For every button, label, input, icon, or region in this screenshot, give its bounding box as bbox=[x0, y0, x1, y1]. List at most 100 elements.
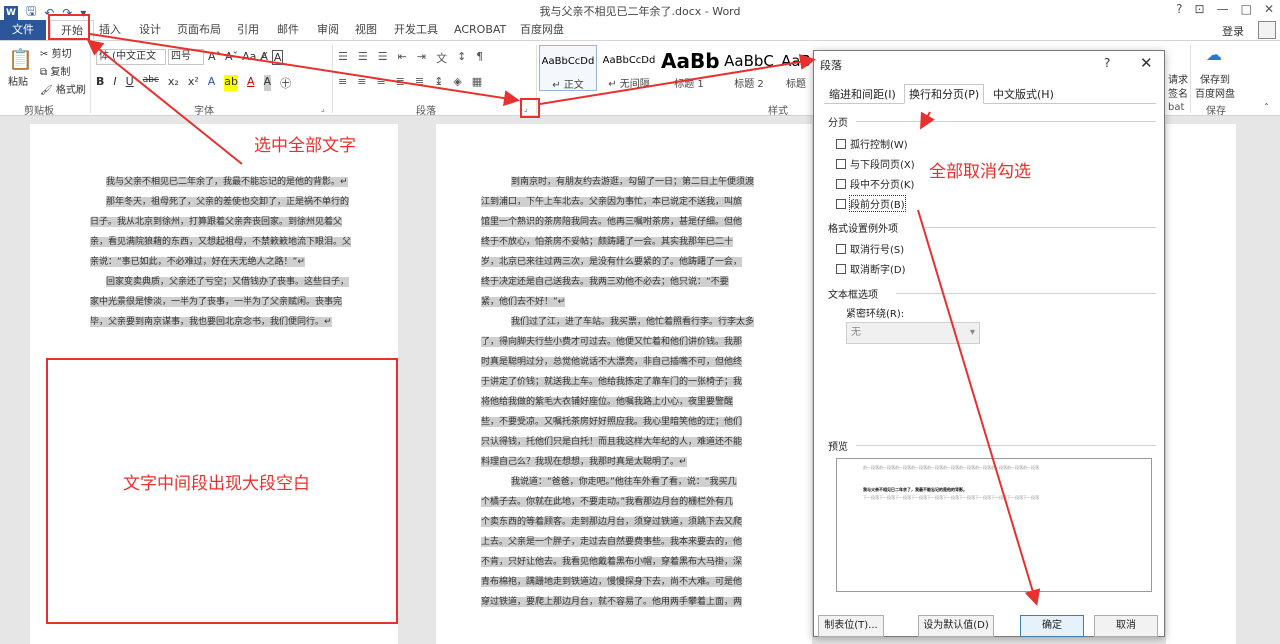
style-heading-2[interactable]: AaBbC 标题 2 bbox=[720, 45, 778, 91]
style-heading-1[interactable]: AaBb 标题 1 bbox=[661, 45, 720, 91]
enclose-char-button[interactable]: ㊉ bbox=[280, 75, 291, 91]
keep-with-next-checkbox[interactable]: 与下段同页(X) bbox=[836, 156, 915, 171]
login-link[interactable]: 登录 bbox=[1222, 23, 1244, 39]
checkbox-label: 段中不分页(K) bbox=[850, 180, 915, 191]
tab-baidu-disk[interactable]: 百度网盘 bbox=[520, 20, 564, 40]
clear-format-button[interactable]: A̸ bbox=[260, 50, 268, 65]
decrease-indent-icon[interactable]: ⇤ bbox=[398, 50, 407, 66]
tab-line-page-breaks[interactable]: 换行和分页(P) bbox=[904, 84, 985, 104]
ok-button[interactable]: 确定 bbox=[1020, 615, 1084, 637]
close-window-button[interactable]: ✕ bbox=[1264, 2, 1274, 16]
shrink-font-button[interactable]: Aˇ bbox=[225, 50, 238, 65]
dialog-help-button[interactable]: ? bbox=[1104, 56, 1110, 70]
dont-hyphenate-checkbox[interactable]: 取消断字(D) bbox=[836, 261, 906, 276]
baidu-disk-label[interactable]: 百度网盘 bbox=[1195, 85, 1235, 100]
chinese-layout-icon[interactable]: 文 bbox=[436, 50, 447, 66]
baidu-cloud-icon[interactable]: ☁ bbox=[1206, 45, 1222, 64]
checkbox-box[interactable] bbox=[836, 243, 846, 254]
text-line: 毕，父亲要到南京谋事，我也要回北京念书，我们便同行。↵ bbox=[90, 312, 358, 332]
numbering-icon[interactable]: ☰ bbox=[358, 50, 368, 66]
page1-paragraph[interactable]: 我与父亲不相见已二年余了，我最不能忘记的是他的背影。↵ 那年冬天，祖母死了，父亲… bbox=[90, 172, 358, 332]
bold-button[interactable]: B bbox=[96, 75, 104, 91]
style-no-spacing[interactable]: AaBbCcDd ↵ 无间隔 bbox=[600, 45, 658, 91]
checkbox-box[interactable] bbox=[836, 138, 846, 149]
text-line-content: 些，不要受凉。又嘱托茶房好好照应我。我心里暗笑他的迂；他们 bbox=[481, 417, 743, 427]
underline-button[interactable]: U bbox=[126, 75, 134, 91]
sort-icon[interactable]: ↕ bbox=[457, 50, 466, 66]
text-line: 岁，北京已来往过两三次，是没有什么要紧的了。他踌躇了一会， bbox=[481, 252, 812, 272]
shading-icon[interactable]: ◈ bbox=[453, 75, 461, 88]
preview-next-text: 下一段落下一段落下一段落下一段落下一段落下一段落下一段落下一段落下一段落下一段落… bbox=[863, 495, 1039, 500]
collapse-ribbon-icon[interactable]: ˆ bbox=[1264, 103, 1269, 114]
text-line: 了，得向脚夫行些小费才可过去。他便又忙着和他们讲价钱。我那 bbox=[481, 332, 812, 352]
tab-acrobat[interactable]: ACROBAT bbox=[454, 20, 506, 40]
save-to-label[interactable]: 保存到 bbox=[1200, 71, 1230, 86]
font-color-button[interactable]: A bbox=[247, 75, 255, 91]
request-signature-label[interactable]: 请求 bbox=[1168, 71, 1188, 86]
style-normal[interactable]: AaBbCcDd ↵ 正文 bbox=[539, 45, 597, 91]
checkbox-box[interactable] bbox=[836, 263, 846, 274]
tab-insert[interactable]: 插入 bbox=[99, 20, 121, 40]
strikethrough-button[interactable]: abc bbox=[143, 75, 159, 91]
set-default-button[interactable]: 设为默认值(D) bbox=[918, 615, 994, 637]
increase-indent-icon[interactable]: ⇥ bbox=[417, 50, 426, 66]
maximize-button[interactable]: □ bbox=[1241, 2, 1252, 16]
tab-references[interactable]: 引用 bbox=[237, 20, 259, 40]
tabs-button[interactable]: 制表位(T)... bbox=[818, 615, 884, 637]
paste-icon[interactable]: 📋 bbox=[8, 47, 33, 71]
avatar[interactable] bbox=[1258, 21, 1276, 39]
help-button[interactable]: ? bbox=[1176, 2, 1182, 16]
italic-button[interactable]: I bbox=[113, 75, 116, 91]
tab-file[interactable]: 文件 bbox=[0, 20, 46, 40]
checkbox-box[interactable] bbox=[836, 178, 846, 189]
copy-button[interactable]: ⧉ 复制 bbox=[40, 63, 70, 78]
suppress-line-numbers-checkbox[interactable]: 取消行号(S) bbox=[836, 241, 904, 256]
bullets-icon[interactable]: ☰ bbox=[338, 50, 348, 66]
format-painter-button[interactable]: 🖌 格式刷 bbox=[40, 81, 86, 96]
align-center-icon[interactable]: ≡ bbox=[357, 75, 366, 88]
subscript-button[interactable]: x₂ bbox=[168, 75, 179, 91]
widow-control-checkbox[interactable]: 孤行控制(W) bbox=[836, 136, 908, 151]
tab-developer[interactable]: 开发工具 bbox=[394, 20, 438, 40]
tab-review[interactable]: 审阅 bbox=[317, 20, 339, 40]
align-right-icon[interactable]: ≡ bbox=[376, 75, 385, 88]
tab-view[interactable]: 视图 bbox=[355, 20, 377, 40]
preview-current-text: 我与父亲不相见已二年余了，我最不能忘记的是他的背影。 bbox=[863, 487, 967, 492]
minimize-button[interactable]: — bbox=[1217, 2, 1229, 16]
dialog-close-button[interactable]: ✕ bbox=[1140, 54, 1153, 72]
show-marks-icon[interactable]: ¶ bbox=[476, 50, 483, 66]
page-break-before-checkbox[interactable]: 段前分页(B) bbox=[836, 195, 906, 212]
font-name-combo[interactable]: 体 (中文正文 bbox=[96, 49, 166, 65]
font-size-combo[interactable]: 四号 bbox=[168, 49, 204, 65]
tab-indents-spacing[interactable]: 缩进和间距(I) bbox=[824, 84, 901, 104]
grow-font-button[interactable]: Aˆ bbox=[208, 50, 221, 65]
vertical-scrollbar[interactable] bbox=[1268, 116, 1280, 637]
cut-button[interactable]: ✂ 剪切 bbox=[40, 45, 72, 60]
tab-asian-typography[interactable]: 中文版式(H) bbox=[988, 84, 1059, 104]
page2-paragraph[interactable]: 到南京时，有朋友约去游逛，勾留了一日；第二日上午便须渡 江到浦口，下午上车北去。… bbox=[481, 172, 812, 612]
justify-icon[interactable]: ≣ bbox=[396, 75, 405, 88]
style-title[interactable]: AaB 标题 bbox=[780, 45, 812, 91]
cancel-button[interactable]: 取消 bbox=[1094, 615, 1158, 637]
line-spacing-icon[interactable]: ↨ bbox=[434, 75, 443, 88]
paste-button[interactable]: 粘贴 bbox=[8, 73, 28, 88]
keep-lines-together-checkbox[interactable]: 段中不分页(K) bbox=[836, 176, 914, 191]
ribbon-display-options-button[interactable]: ⊡ bbox=[1195, 2, 1205, 16]
superscript-button[interactable]: x² bbox=[188, 75, 199, 91]
change-case-button[interactable]: Aa bbox=[242, 50, 256, 65]
highlight-button[interactable]: ab bbox=[224, 75, 238, 91]
tab-layout[interactable]: 页面布局 bbox=[177, 20, 221, 40]
tab-mailings[interactable]: 邮件 bbox=[277, 20, 299, 40]
align-left-icon[interactable]: ≡ bbox=[338, 75, 347, 88]
tab-design[interactable]: 设计 bbox=[139, 20, 161, 40]
font-dialog-launcher-icon[interactable]: ⌟ bbox=[321, 104, 331, 114]
char-shading-button[interactable]: A bbox=[263, 75, 272, 91]
signature-label[interactable]: 签名 bbox=[1168, 85, 1188, 100]
checkbox-box[interactable] bbox=[836, 158, 846, 169]
borders-icon[interactable]: ▦ bbox=[472, 75, 482, 88]
text-effects-button[interactable]: A bbox=[208, 75, 216, 91]
multilevel-list-icon[interactable]: ☰ bbox=[378, 50, 388, 66]
distributed-icon[interactable]: ≣ bbox=[415, 75, 424, 88]
char-border-button[interactable]: A bbox=[271, 50, 284, 65]
checkbox-box[interactable] bbox=[836, 198, 846, 209]
